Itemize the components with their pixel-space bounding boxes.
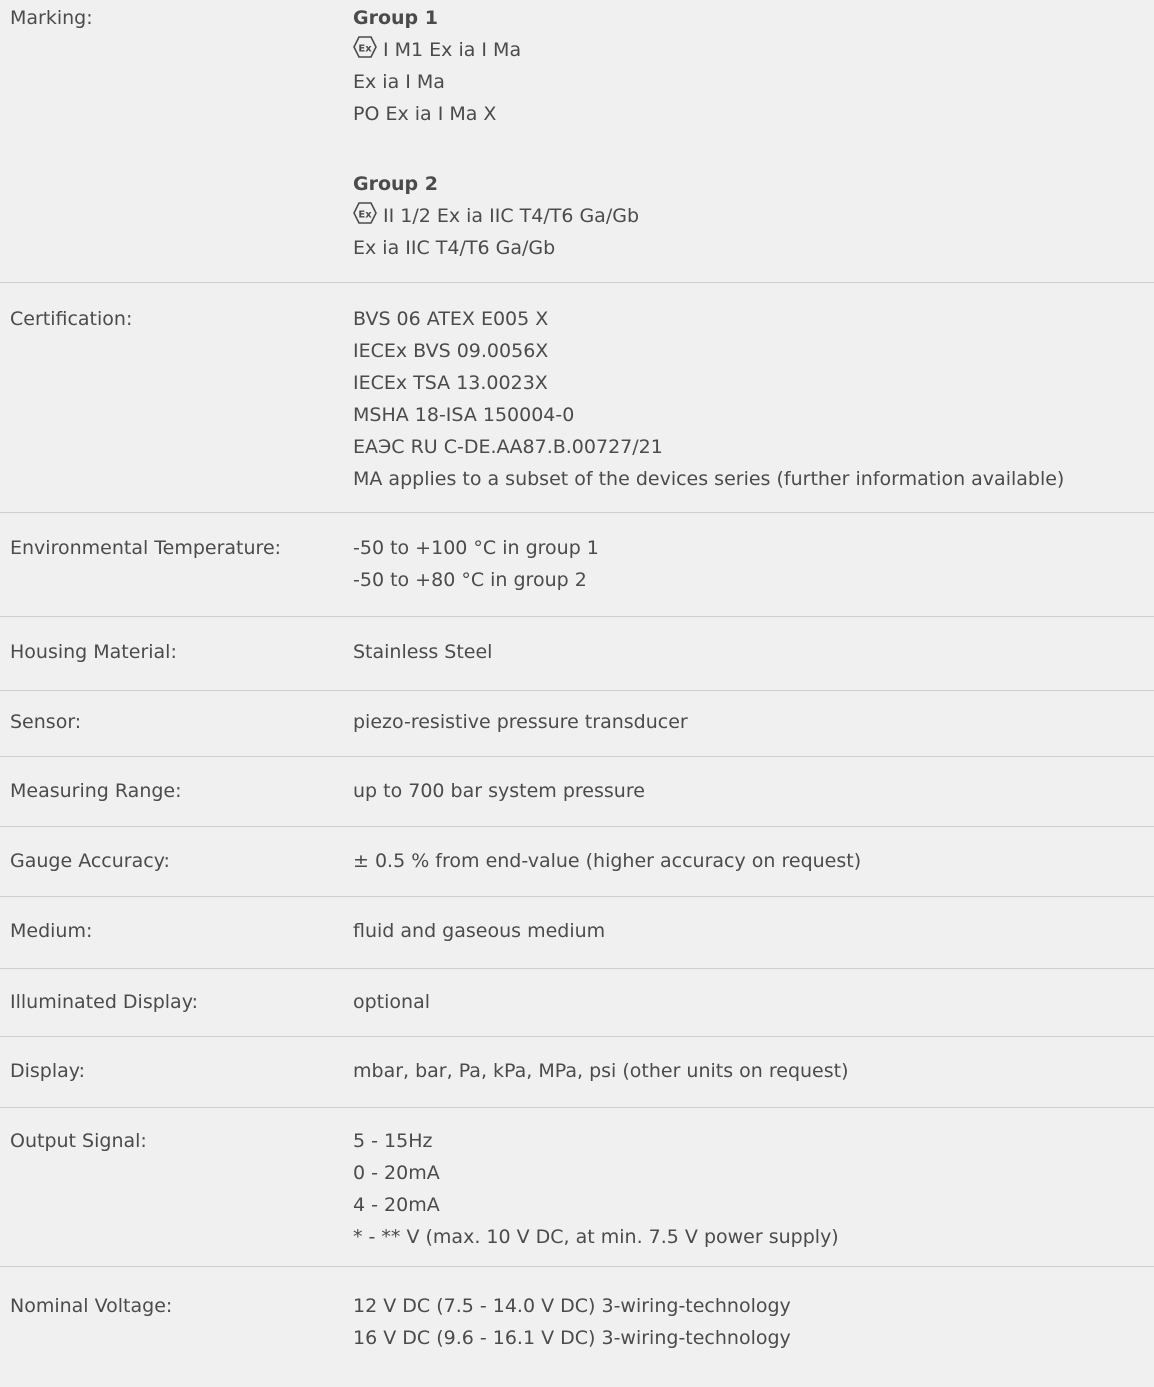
certification-line: MA applies to a subset of the devices se…: [353, 468, 1065, 490]
spec-value: 5 - 15Hz 0 - 20mA 4 - 20mA * - ** V (max…: [353, 1125, 1154, 1266]
spec-value: -50 to +100 °C in group 1 -50 to +80 °C …: [353, 532, 1154, 616]
medium-value: fluid and gaseous medium: [353, 920, 606, 942]
spec-row-gauge-accuracy: Gauge Accuracy: ± 0.5 % from end-value (…: [0, 827, 1154, 897]
spec-label: Measuring Range:: [10, 780, 182, 802]
certification-line: MSHA 18-ISA 150004-0: [353, 404, 575, 426]
spec-label: Display:: [10, 1060, 86, 1082]
svg-text:Ex: Ex: [358, 210, 372, 221]
spec-label: Medium:: [10, 920, 93, 942]
spec-value: mbar, bar, Pa, kPa, MPa, psi (other unit…: [353, 1055, 1154, 1107]
spec-row-measuring-range: Measuring Range: up to 700 bar system pr…: [0, 757, 1154, 827]
spec-row-sensor: Sensor: piezo-resistive pressure transdu…: [0, 691, 1154, 757]
svg-text:Ex: Ex: [358, 44, 372, 55]
group-title: Group 1: [353, 7, 438, 29]
nominal-voltage-line: 12 V DC (7.5 - 14.0 V DC) 3-wiring-techn…: [353, 1295, 791, 1317]
spec-label: Nominal Voltage:: [10, 1295, 173, 1317]
spec-row-marking: Marking: Group 1 Ex I M1 Ex ia I Ma Ex i…: [0, 0, 1154, 283]
spec-row-illuminated-display: Illuminated Display: optional: [0, 969, 1154, 1037]
measuring-range-value: up to 700 bar system pressure: [353, 780, 645, 802]
spec-row-nominal-voltage: Nominal Voltage: 12 V DC (7.5 - 14.0 V D…: [0, 1267, 1154, 1387]
specifications-table: Marking: Group 1 Ex I M1 Ex ia I Ma Ex i…: [0, 0, 1154, 1387]
spec-row-display: Display: mbar, bar, Pa, kPa, MPa, psi (o…: [0, 1037, 1154, 1108]
spec-value: BVS 06 ATEX E005 X IECEx BVS 09.0056X IE…: [353, 303, 1154, 512]
spec-value: Stainless Steel: [353, 636, 1154, 690]
spec-label: Output Signal:: [10, 1130, 147, 1152]
output-signal-line: 0 - 20mA: [353, 1162, 440, 1184]
output-signal-line: 5 - 15Hz: [353, 1130, 433, 1152]
spec-row-housing-material: Housing Material: Stainless Steel: [0, 617, 1154, 691]
illuminated-display-value: optional: [353, 991, 431, 1013]
certification-line: ЕАЭС RU С-DE.АА87.В.00727/21: [353, 436, 663, 458]
spec-label: Environmental Temperature:: [10, 537, 282, 559]
nominal-voltage-line: 16 V DC (9.6 - 16.1 V DC) 3-wiring-techn…: [353, 1327, 791, 1349]
ex-hexagon-icon: Ex: [353, 202, 379, 224]
spec-row-output-signal: Output Signal: 5 - 15Hz 0 - 20mA 4 - 20m…: [0, 1108, 1154, 1267]
marking-group-2: Group 2 Ex II 1/2 Ex ia IIC T4/T6 Ga/Gb …: [353, 168, 1154, 264]
marking-line: I M1 Ex ia I Ma: [383, 39, 522, 61]
certification-line: BVS 06 ATEX E005 X: [353, 308, 549, 330]
spec-label: Sensor:: [10, 711, 82, 733]
certification-line: IECEx TSA 13.0023X: [353, 372, 548, 394]
temperature-line: -50 to +100 °C in group 1: [353, 537, 599, 559]
spec-row-medium: Medium: fluid and gaseous medium: [0, 897, 1154, 969]
spec-label: Certification:: [10, 308, 133, 330]
marking-group-1: Group 1 Ex I M1 Ex ia I Ma Ex ia I Ma PO…: [353, 2, 1154, 130]
output-signal-line: 4 - 20mA: [353, 1194, 440, 1216]
certification-line: IECEx BVS 09.0056X: [353, 340, 549, 362]
marking-line: PO Ex ia I Ma X: [353, 103, 497, 125]
gauge-accuracy-value: ± 0.5 % from end-value (higher accuracy …: [353, 850, 862, 872]
spec-label: Illuminated Display:: [10, 991, 198, 1013]
display-value: mbar, bar, Pa, kPa, MPa, psi (other unit…: [353, 1060, 849, 1082]
spec-value: up to 700 bar system pressure: [353, 775, 1154, 826]
output-signal-line: * - ** V (max. 10 V DC, at min. 7.5 V po…: [353, 1226, 839, 1248]
housing-material-value: Stainless Steel: [353, 641, 493, 663]
spec-value: Group 1 Ex I M1 Ex ia I Ma Ex ia I Ma PO…: [353, 2, 1154, 282]
spec-value: piezo-resistive pressure transducer: [353, 706, 1154, 756]
spec-value: fluid and gaseous medium: [353, 915, 1154, 968]
temperature-line: -50 to +80 °C in group 2: [353, 569, 587, 591]
marking-line: Ex ia IIC T4/T6 Ga/Gb: [353, 237, 556, 259]
marking-line: Ex ia I Ma: [353, 71, 445, 93]
spec-value: ± 0.5 % from end-value (higher accuracy …: [353, 845, 1154, 896]
spec-value: 12 V DC (7.5 - 14.0 V DC) 3-wiring-techn…: [353, 1290, 1154, 1387]
marking-line: II 1/2 Ex ia IIC T4/T6 Ga/Gb: [383, 205, 640, 227]
spec-row-environmental-temperature: Environmental Temperature: -50 to +100 °…: [0, 513, 1154, 617]
ex-hexagon-icon: Ex: [353, 36, 379, 58]
group-title: Group 2: [353, 173, 438, 195]
spec-label: Marking:: [10, 7, 93, 29]
sensor-value: piezo-resistive pressure transducer: [353, 711, 688, 733]
spec-label: Gauge Accuracy:: [10, 850, 170, 872]
spec-label: Housing Material:: [10, 641, 177, 663]
spec-value: optional: [353, 986, 1154, 1036]
spec-row-certification: Certification: BVS 06 ATEX E005 X IECEx …: [0, 283, 1154, 513]
